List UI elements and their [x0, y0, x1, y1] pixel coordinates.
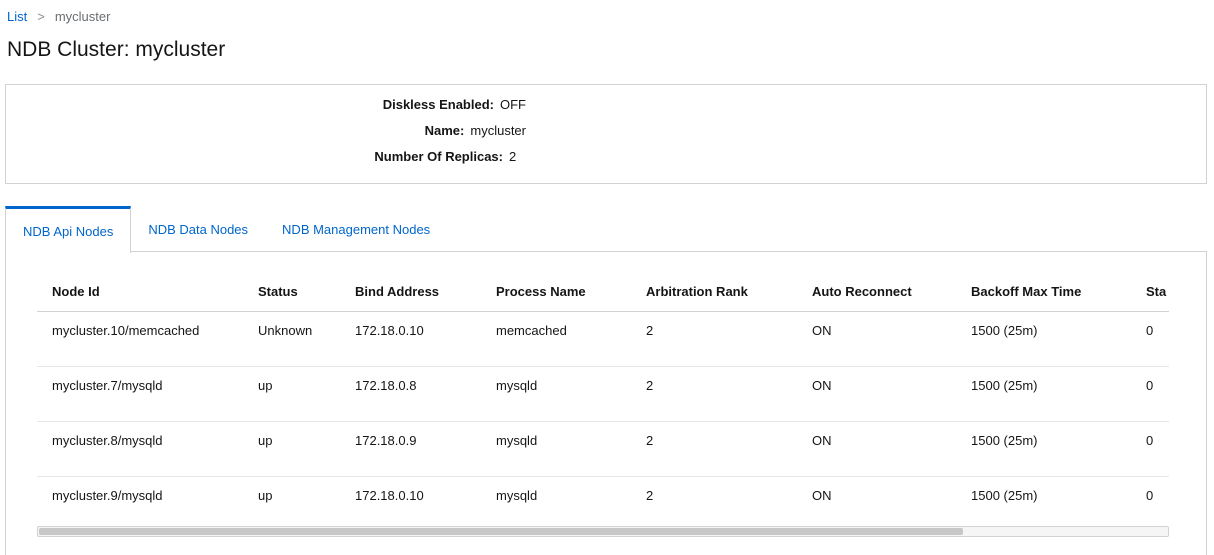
column-header-sta: Sta: [1131, 271, 1169, 312]
cell-backoff-max-time: 1500 (25m): [956, 421, 1131, 477]
cell-arbitration-rank: 2: [631, 311, 797, 367]
cell-bind-address: 172.18.0.9: [340, 421, 481, 477]
cell-sta: 0: [1131, 366, 1169, 422]
cell-backoff-max-time: 1500 (25m): [956, 311, 1131, 367]
column-header-bind-address: Bind Address: [340, 271, 481, 312]
cell-bind-address: 172.18.0.8: [340, 366, 481, 422]
breadcrumb-list-link[interactable]: List: [7, 9, 27, 24]
cell-status: Unknown: [243, 311, 340, 367]
table-header-row: Node Id Status Bind Address Process Name…: [37, 271, 1169, 312]
cell-sta: 0: [1131, 476, 1169, 523]
api-nodes-panel: Node Id Status Bind Address Process Name…: [5, 251, 1207, 555]
cell-bind-address: 172.18.0.10: [340, 476, 481, 523]
cell-sta: 0: [1131, 311, 1169, 367]
detail-value: mycluster: [470, 123, 526, 138]
detail-row-replicas: Number Of Replicas: 2: [6, 149, 526, 164]
cell-node-id: mycluster.10/memcached: [37, 311, 243, 367]
cell-process-name: mysqld: [481, 476, 631, 523]
breadcrumb-separator: >: [37, 9, 45, 24]
detail-value: OFF: [500, 97, 526, 112]
column-header-process-name: Process Name: [481, 271, 631, 312]
cell-process-name: memcached: [481, 311, 631, 367]
column-header-node-id: Node Id: [37, 271, 243, 312]
cell-auto-reconnect: ON: [797, 311, 956, 367]
cell-process-name: mysqld: [481, 421, 631, 477]
cell-arbitration-rank: 2: [631, 366, 797, 422]
page: List > mycluster NDB Cluster: mycluster …: [0, 0, 1214, 555]
cell-backoff-max-time: 1500 (25m): [956, 476, 1131, 523]
breadcrumb: List > mycluster: [7, 9, 110, 24]
cell-arbitration-rank: 2: [631, 421, 797, 477]
tab-ndb-data-nodes[interactable]: NDB Data Nodes: [131, 206, 265, 252]
column-header-status: Status: [243, 271, 340, 312]
cell-auto-reconnect: ON: [797, 366, 956, 422]
page-title: NDB Cluster: mycluster: [7, 38, 226, 61]
cell-status: up: [243, 476, 340, 523]
cell-node-id: mycluster.9/mysqld: [37, 476, 243, 523]
scrollbar-thumb[interactable]: [39, 528, 963, 535]
cell-sta: 0: [1131, 421, 1169, 477]
column-header-auto-reconnect: Auto Reconnect: [797, 271, 956, 312]
cell-auto-reconnect: ON: [797, 421, 956, 477]
column-header-arbitration-rank: Arbitration Rank: [631, 271, 797, 312]
detail-label: Name:: [424, 123, 465, 138]
table-row: mycluster.7/mysqld up 172.18.0.8 mysqld …: [37, 366, 1169, 422]
cell-bind-address: 172.18.0.10: [340, 311, 481, 367]
detail-label: Diskless Enabled:: [382, 97, 494, 112]
cell-auto-reconnect: ON: [797, 476, 956, 523]
api-nodes-table: Node Id Status Bind Address Process Name…: [37, 271, 1169, 523]
detail-row-name: Name: mycluster: [6, 123, 526, 138]
cell-node-id: mycluster.8/mysqld: [37, 421, 243, 477]
detail-row-diskless: Diskless Enabled: OFF: [6, 97, 526, 112]
tab-ndb-api-nodes[interactable]: NDB Api Nodes: [5, 206, 132, 253]
cell-node-id: mycluster.7/mysqld: [37, 366, 243, 422]
table-row: mycluster.8/mysqld up 172.18.0.9 mysqld …: [37, 421, 1169, 477]
cell-status: up: [243, 366, 340, 422]
breadcrumb-current: mycluster: [54, 9, 111, 24]
cluster-details-card: Diskless Enabled: OFF Name: mycluster Nu…: [5, 84, 1207, 184]
horizontal-scrollbar[interactable]: [37, 526, 1169, 537]
detail-label: Number Of Replicas:: [374, 149, 503, 164]
table-viewport: Node Id Status Bind Address Process Name…: [37, 271, 1169, 523]
table-row: mycluster.10/memcached Unknown 172.18.0.…: [37, 311, 1169, 367]
table-row: mycluster.9/mysqld up 172.18.0.10 mysqld…: [37, 476, 1169, 523]
cell-arbitration-rank: 2: [631, 476, 797, 523]
cell-backoff-max-time: 1500 (25m): [956, 366, 1131, 422]
node-tabs: NDB Api Nodes NDB Data Nodes NDB Managem…: [5, 206, 1207, 253]
cell-process-name: mysqld: [481, 366, 631, 422]
detail-value: 2: [509, 149, 517, 164]
cell-status: up: [243, 421, 340, 477]
column-header-backoff-max-time: Backoff Max Time: [956, 271, 1131, 312]
tab-ndb-management-nodes[interactable]: NDB Management Nodes: [265, 206, 447, 252]
